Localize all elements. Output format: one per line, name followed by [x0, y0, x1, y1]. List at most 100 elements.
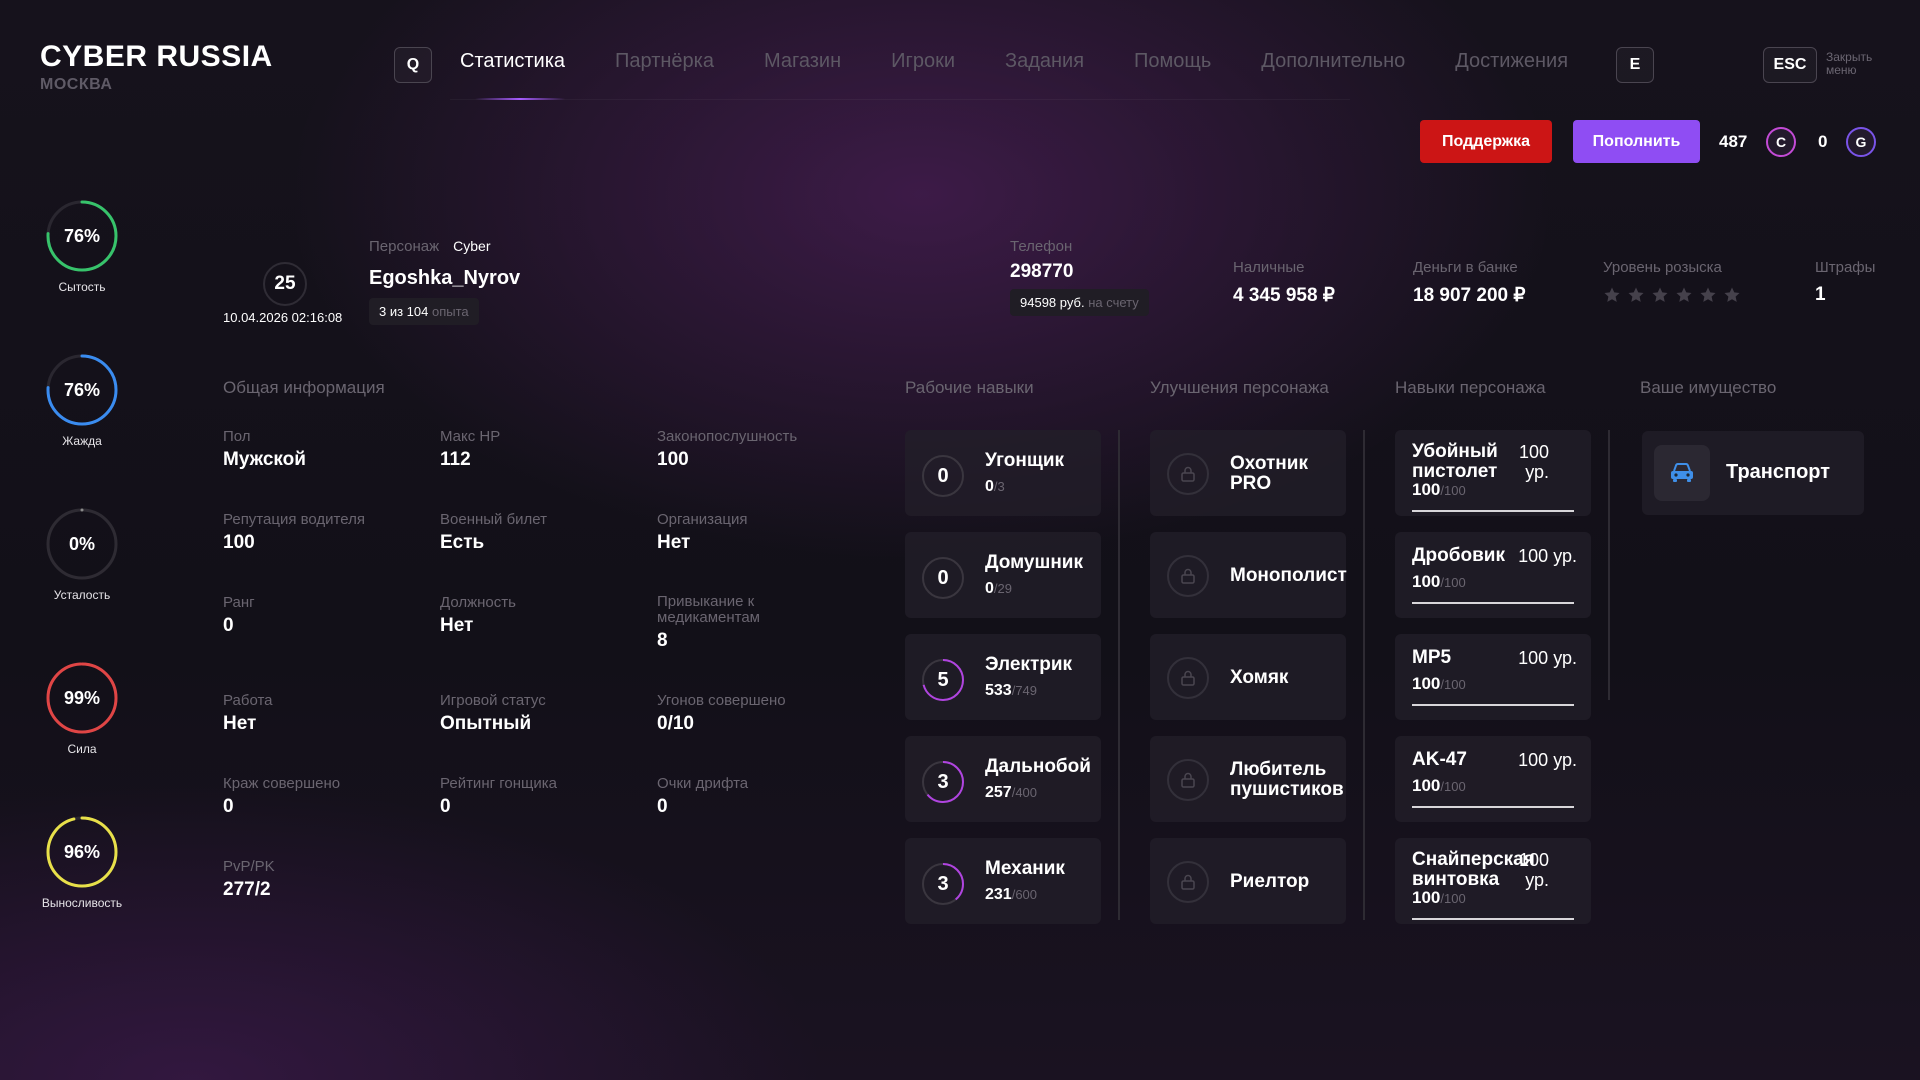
- skill-progress: 231/600: [985, 886, 1037, 904]
- c-balance: 487: [1719, 132, 1748, 151]
- skill-level: 5: [937, 668, 949, 691]
- skill-level: 100 ур.: [1518, 750, 1577, 770]
- lock-icon: [1167, 657, 1209, 699]
- tab-shop[interactable]: Магазин: [764, 50, 841, 73]
- property-card-transport[interactable]: Транспорт: [1642, 431, 1864, 515]
- tab-players[interactable]: Игроки: [891, 50, 955, 73]
- c-coin-icon: C: [1766, 127, 1796, 157]
- upgrade-card-hunter-pro[interactable]: Охотник PRO: [1150, 430, 1346, 516]
- fines-value: 1: [1815, 284, 1826, 305]
- lock-icon: [1167, 861, 1209, 903]
- info-value: 0: [223, 615, 234, 636]
- info-military-id: Военный билет Есть: [440, 511, 640, 554]
- info-label: Работа: [223, 692, 273, 709]
- main-nav: Статистика Партнёрка Магазин Игроки Зада…: [460, 50, 1618, 73]
- info-thefts: Краж совершено 0: [223, 775, 423, 818]
- upgrade-card-monopolist[interactable]: Монополист: [1150, 532, 1347, 618]
- upgrade-name: Любитель пушистиков: [1230, 760, 1344, 800]
- work-skill-card-burglar[interactable]: 0 Домушник 0/29: [905, 532, 1101, 618]
- tab-help[interactable]: Помощь: [1134, 50, 1211, 73]
- char-skill-card-mp5[interactable]: MP5 100 ур. 100/100: [1395, 634, 1591, 720]
- skill-current: 100: [1412, 776, 1441, 795]
- tab-tasks[interactable]: Задания: [1005, 50, 1084, 73]
- strength-ring: 99%: [46, 662, 118, 734]
- info-value: 0: [440, 796, 451, 817]
- skill-progress-bar: [1412, 704, 1574, 706]
- work-skill-card-trucker[interactable]: 3 Дальнобой 257/400: [905, 736, 1101, 822]
- general-info-title: Общая информация: [223, 378, 385, 397]
- skill-level-line2: ур.: [1525, 870, 1549, 890]
- character-label: Персонаж: [369, 238, 440, 255]
- esc-button[interactable]: ESC: [1763, 47, 1817, 83]
- stat-label: Сытость: [58, 280, 106, 294]
- lock-icon: [1167, 555, 1209, 597]
- stat-label: Сила: [67, 742, 97, 756]
- upgrade-card-realtor[interactable]: Риелтор: [1150, 838, 1346, 924]
- char-skill-card-sniper[interactable]: Снайперская винтовка 100 ур. 100/100: [1395, 838, 1591, 924]
- work-skill-card-hijacker[interactable]: 0 Угонщик 0/3: [905, 430, 1101, 516]
- topup-button[interactable]: Пополнить: [1573, 120, 1700, 163]
- info-max-hp: Макс HP 112: [440, 428, 640, 471]
- char-skill-card-pistol[interactable]: Убойный пистолет 100 ур. 100/100: [1395, 430, 1591, 516]
- wanted-block: Уровень розыска: [1603, 259, 1741, 304]
- skill-max: /400: [1011, 785, 1038, 800]
- work-skill-card-mechanic[interactable]: 3 Механик 231/600: [905, 838, 1101, 924]
- cash-label: Наличные: [1233, 259, 1305, 276]
- stat-value: 0%: [69, 534, 95, 554]
- header-divider: [450, 99, 1350, 100]
- support-button[interactable]: Поддержка: [1420, 120, 1552, 163]
- skill-name-line1: Дробовик: [1412, 545, 1505, 566]
- char-skills-title: Навыки персонажа: [1395, 378, 1546, 397]
- info-driver-rep: Репутация водителя 100: [223, 511, 423, 554]
- skill-current: 0: [985, 580, 994, 597]
- tab-partner[interactable]: Партнёрка: [615, 50, 714, 73]
- upgrade-card-hamster[interactable]: Хомяк: [1150, 634, 1346, 720]
- work-skill-card-electrician[interactable]: 5 Электрик 533/749: [905, 634, 1101, 720]
- skill-name-line1: Убойный: [1412, 441, 1498, 462]
- stat-thirst: 76% Жажда: [30, 352, 134, 448]
- skill-progress: 100/100: [1412, 776, 1466, 796]
- character-header: Персонаж Cyber: [369, 238, 491, 255]
- char-skill-card-shotgun[interactable]: Дробовик 100 ур. 100/100: [1395, 532, 1591, 618]
- info-value: 0/10: [657, 713, 694, 734]
- skill-progress: 100/100: [1412, 572, 1466, 592]
- car-icon: [1654, 445, 1710, 501]
- info-med-addiction: Привыкание к медикаментам 8: [657, 594, 817, 652]
- active-tab-underline: [475, 98, 565, 100]
- skill-max: /100: [1440, 575, 1466, 590]
- star-icon: [1628, 287, 1644, 302]
- prev-tab-key[interactable]: Q: [394, 47, 432, 83]
- skill-name: Электрик: [985, 654, 1073, 675]
- info-value: 100: [657, 449, 689, 470]
- property-title: Ваше имущество: [1640, 378, 1777, 397]
- tab-achievements[interactable]: Достижения: [1455, 50, 1568, 73]
- phone-block: Телефон 298770 94598 руб. на счету: [1010, 238, 1149, 316]
- skill-name-line1: AK-47: [1412, 749, 1467, 770]
- lock-icon: [1167, 453, 1209, 495]
- tab-additional[interactable]: Дополнительно: [1261, 50, 1405, 73]
- character-name: Egoshka_Nyrov: [369, 267, 521, 289]
- next-tab-key[interactable]: E: [1616, 47, 1654, 83]
- skill-current: 100: [1412, 480, 1441, 499]
- info-label: Краж совершено: [223, 775, 341, 792]
- char-skill-card-ak47[interactable]: AK-47 100 ур. 100/100: [1395, 736, 1591, 822]
- character-datetime: 10.04.2026 02:16:08: [223, 310, 343, 325]
- upgrade-card-fluffy-lover[interactable]: Любитель пушистиков: [1150, 736, 1346, 822]
- skill-level: 100 ур.: [1518, 648, 1577, 668]
- skill-current: 100: [1412, 888, 1441, 907]
- info-label: Ранг: [223, 594, 255, 611]
- stat-value: 76%: [64, 226, 100, 246]
- close-menu-label[interactable]: Закрыть меню: [1826, 51, 1872, 77]
- column-divider: [1608, 430, 1610, 700]
- tab-statistics[interactable]: Статистика: [460, 50, 565, 73]
- skill-level: 3: [937, 872, 949, 895]
- skill-max: /100: [1440, 483, 1466, 498]
- lock-icon: [1167, 759, 1209, 801]
- phone-balance-suffix: на счету: [1088, 295, 1139, 310]
- wanted-label: Уровень розыска: [1603, 259, 1722, 276]
- stat-label: Усталость: [53, 588, 111, 602]
- upgrade-name-line2: PRO: [1230, 473, 1272, 494]
- skill-progress-bar: [1412, 510, 1574, 512]
- info-value: 8: [657, 630, 668, 651]
- upgrade-name-line1: Хомяк: [1230, 667, 1289, 688]
